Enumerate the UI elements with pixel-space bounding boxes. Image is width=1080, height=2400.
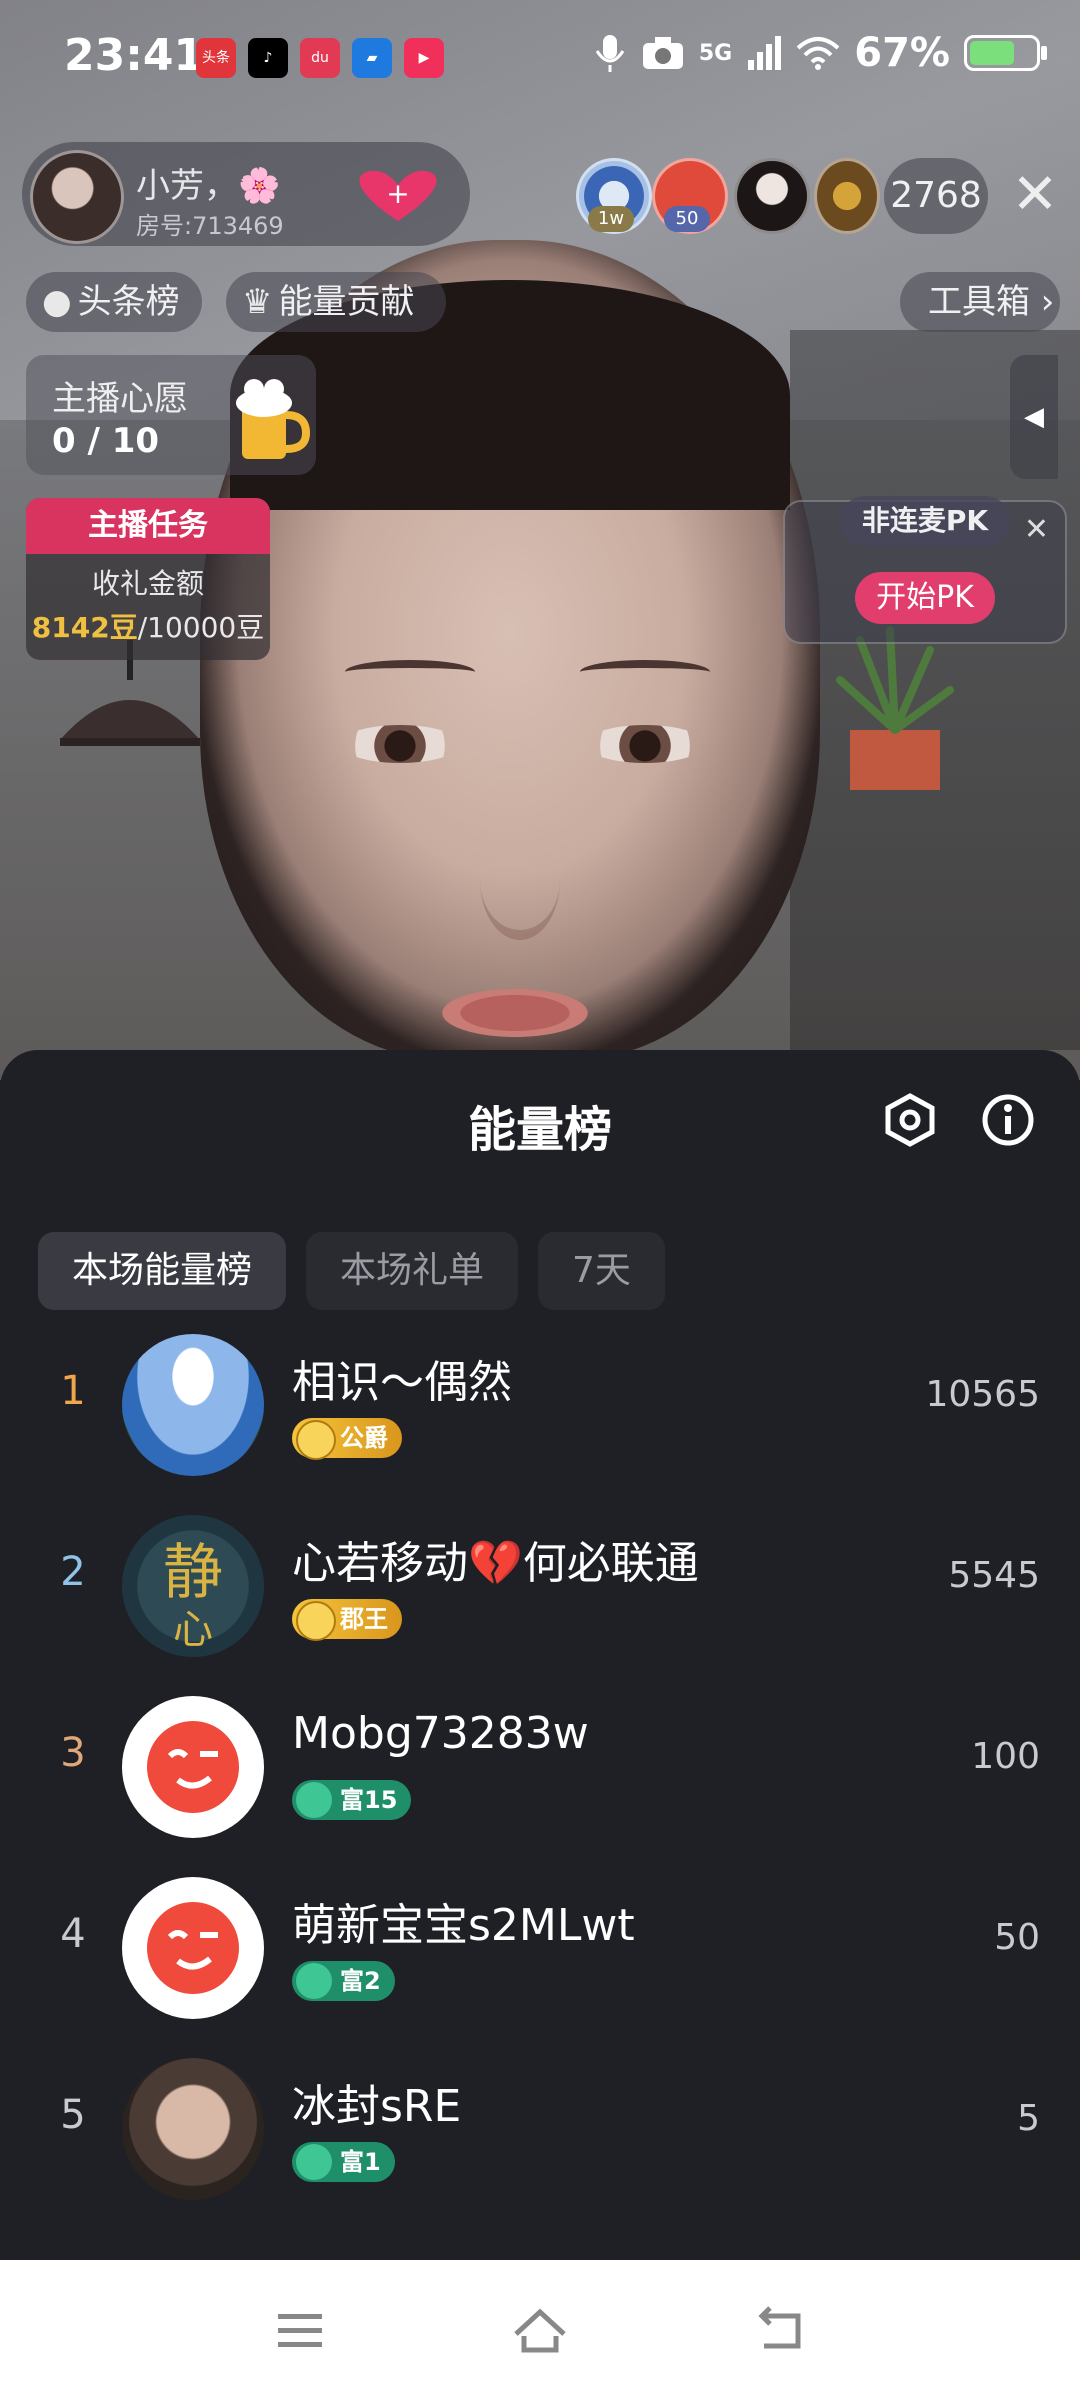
diamond-icon [296,1601,336,1641]
default-avatar-icon [147,1902,239,1994]
viewer-avatar[interactable] [814,158,880,234]
follow-heart-button[interactable]: + [348,165,448,225]
triangle-level-icon [296,1782,332,1818]
leaderboard-row[interactable]: 5 冰封sRE 富1 5 [0,2042,1080,2212]
level-badge: 富15 [292,1780,412,1820]
leaderboard-row[interactable]: 3 Mobg73283w 富15 100 [0,1680,1080,1850]
diamond-icon [296,1420,336,1460]
rank-number: 3 [60,1730,86,1776]
energy-score: 5 [1017,2098,1040,2139]
svg-text:静: 静 [163,1538,223,1608]
level-badge: 富2 [292,1961,395,2001]
calligraphy-avatar-art: 静心 [163,1538,223,1653]
dewu-icon: du [300,38,340,78]
microphone-icon [595,35,625,72]
level-badge: 富1 [292,2142,395,2182]
host-avatar[interactable] [30,150,124,244]
host-task-card[interactable]: 主播任务 收礼金额 8142豆/10000豆 [26,498,270,660]
user-name: 相识～偶然 [292,1357,512,1408]
tab-session-energy[interactable]: 本场能量榜 [38,1232,287,1310]
viewer-badge: 1w [588,206,634,232]
pk-label: 非连麦PK [840,496,1010,546]
rank-number: 1 [60,1368,86,1414]
info-icon[interactable] [980,1092,1036,1148]
wish-title: 主播心愿 [52,379,188,419]
leaderboard-row[interactable]: 2 静心 心若移动💔何必联通 郡王 5545 [0,1499,1080,1669]
energy-score: 5545 [948,1555,1040,1596]
close-icon[interactable]: ✕ [1005,160,1065,230]
crown-icon: ♛ [242,282,273,322]
toolbox-chip[interactable]: 工具箱 › [900,272,1060,332]
camera-icon [642,37,683,69]
wish-progress: 0 / 10 [52,421,160,461]
viewer-count[interactable]: 2768 [884,158,988,234]
rank-number: 4 [60,1911,86,1957]
user-avatar[interactable] [122,1877,264,2019]
host-name: 小芳，🌸 [136,166,281,206]
triangle-level-icon [296,1963,332,1999]
task-label: 收礼金额 [91,567,204,600]
user-avatar[interactable] [122,1696,264,1838]
host-room-number: 房号:713469 [136,212,284,240]
rank-number: 2 [60,1549,86,1595]
status-time: 23:41 [64,30,205,81]
user-avatar[interactable] [122,1334,264,1476]
close-pk-icon[interactable]: ✕ [1024,512,1049,547]
leaderboard-row[interactable]: 4 萌新宝宝s2MLwt 富2 50 [0,1861,1080,2031]
user-avatar[interactable] [122,2058,264,2200]
rank-number: 5 [60,2092,86,2138]
energy-score: 10565 [925,1374,1040,1415]
sheet-tabs: 本场能量榜 本场礼单 7天 [38,1232,665,1310]
plant-decoration [836,626,954,790]
default-avatar-icon [147,1721,239,1813]
task-progress: 8142豆/10000豆 [31,611,265,644]
menu-icon[interactable] [270,2300,330,2360]
fire-icon: ● [42,282,72,322]
level-badge: 郡王 [292,1599,402,1641]
bookmark-app-icon: ▰ [352,38,392,78]
energy-score: 100 [971,1736,1040,1777]
tab-session-gifts[interactable]: 本场礼单 [306,1232,519,1310]
svg-text:+: + [386,177,409,210]
wifi-icon [796,37,840,70]
user-name: Mobg73283w [292,1708,589,1759]
user-name: 萌新宝宝s2MLwt [292,1900,635,1951]
task-title: 主播任务 [26,498,270,554]
pk-card: 非连麦PK ✕ 开始PK [783,496,1067,644]
level-badge: 公爵 [292,1418,402,1460]
tiktok-icon: ♪ [248,38,288,78]
start-pk-button[interactable]: 开始PK [855,572,995,624]
system-nav-bar [0,2260,1080,2400]
signal-icon [748,36,782,70]
settings-hexagon-icon[interactable] [882,1092,938,1148]
headline-rank-chip[interactable]: ● 头条榜 [26,272,202,332]
user-name: 心若移动💔何必联通 [292,1538,699,1589]
viewer-avatar[interactable] [734,158,810,234]
energy-contribution-chip[interactable]: ♛ 能量贡献 [226,272,446,332]
battery-percent: 67% [854,30,950,76]
beer-mug-icon [236,379,310,459]
triangle-level-icon [296,2144,332,2180]
toutiao-icon: 头条 [196,38,236,78]
viewer-badge: 50 [664,206,710,232]
energy-score: 50 [994,1917,1040,1958]
home-icon[interactable] [510,2300,570,2360]
side-expand-tab[interactable]: ◀ [1010,355,1058,479]
status-bar: 23:41 头条 ♪ du ▰ ▶ 5G 67% [0,0,1080,110]
host-wish-card[interactable]: 主播心愿 0 / 10 [26,355,316,475]
video-app-icon: ▶ [404,38,444,78]
leaderboard-row[interactable]: 1 相识～偶然 公爵 10565 [0,1318,1080,1488]
user-name: 冰封sRE [292,2081,462,2132]
tab-7-days[interactable]: 7天 [538,1232,665,1310]
svg-text:心: 心 [173,1607,213,1653]
user-avatar[interactable]: 静心 [122,1515,264,1657]
back-icon[interactable] [750,2300,810,2360]
network-type: 5G [698,40,733,66]
battery-icon [964,35,1047,71]
